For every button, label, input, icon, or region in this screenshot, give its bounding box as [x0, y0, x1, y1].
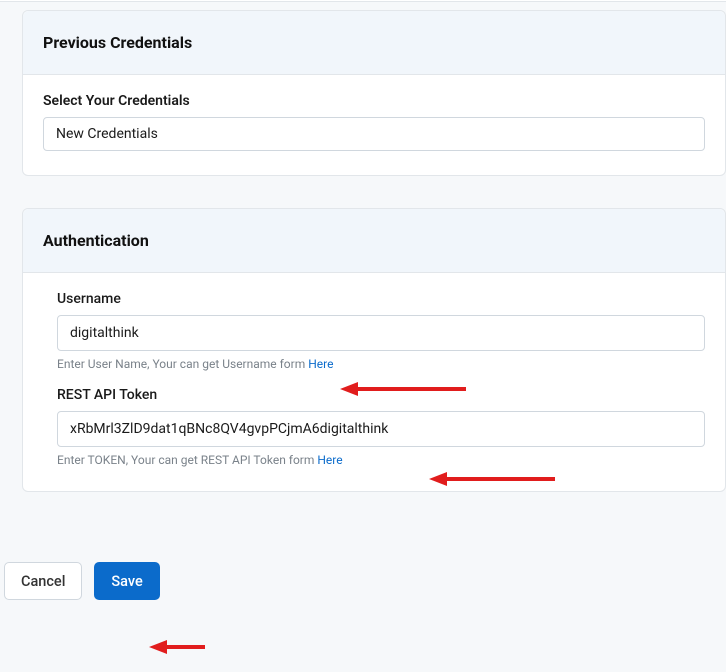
username-help-text: Enter User Name, Your can get Username f… — [57, 357, 308, 371]
authentication-panel: Authentication Username Enter User Name,… — [22, 208, 726, 492]
token-help: Enter TOKEN, Your can get REST API Token… — [57, 453, 705, 467]
token-help-text: Enter TOKEN, Your can get REST API Token… — [57, 453, 317, 467]
token-help-link[interactable]: Here — [317, 453, 342, 467]
select-credentials-input[interactable]: New Credentials — [43, 117, 705, 151]
username-group: Username Enter User Name, Your can get U… — [57, 291, 705, 371]
username-input[interactable] — [57, 315, 705, 351]
previous-credentials-header: Previous Credentials — [23, 11, 725, 75]
select-credentials-value: New Credentials — [56, 126, 158, 142]
previous-credentials-title: Previous Credentials — [43, 33, 705, 52]
arrow-annotation-icon — [145, 637, 205, 657]
token-label: REST API Token — [57, 387, 705, 403]
previous-credentials-panel: Previous Credentials Select Your Credent… — [22, 10, 726, 176]
token-group: REST API Token Enter TOKEN, Your can get… — [57, 387, 705, 467]
cancel-button[interactable]: Cancel — [4, 562, 82, 600]
username-label: Username — [57, 291, 705, 307]
authentication-title: Authentication — [43, 231, 705, 250]
select-credentials-group: Select Your Credentials New Credentials — [43, 93, 705, 151]
button-row: Cancel Save — [0, 562, 726, 600]
authentication-header: Authentication — [23, 209, 725, 273]
username-help-link[interactable]: Here — [308, 357, 333, 371]
save-button[interactable]: Save — [94, 562, 159, 600]
select-credentials-label: Select Your Credentials — [43, 93, 705, 109]
token-input[interactable] — [57, 411, 705, 447]
username-help: Enter User Name, Your can get Username f… — [57, 357, 705, 371]
